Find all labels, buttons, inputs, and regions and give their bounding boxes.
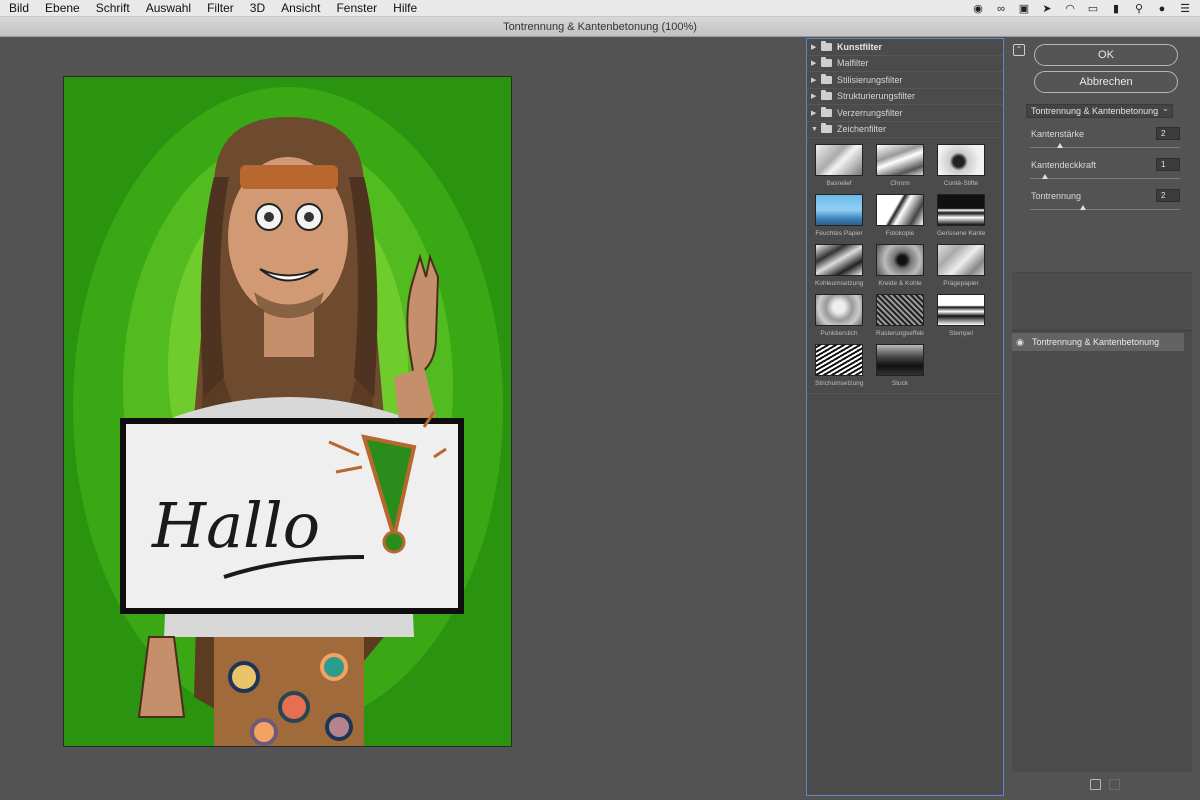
menu-schrift[interactable]: Schrift xyxy=(88,0,138,17)
category-zeichenfilter[interactable]: ▼ Zeichenfilter xyxy=(807,122,1003,138)
expand-arrow-icon[interactable]: ▶ xyxy=(811,109,821,117)
folder-icon xyxy=(821,57,832,68)
thumb-kreide-kohle[interactable]: Kreide & Kohle xyxy=(876,244,924,287)
folder-icon xyxy=(821,40,832,51)
category-strukturierungsfilter[interactable]: ▶ Strukturierungsfilter xyxy=(807,89,1003,105)
category-stilisierungsfilter[interactable]: ▶ Stilisierungsfilter xyxy=(807,72,1003,89)
record-icon[interactable]: ◉ xyxy=(971,3,985,15)
creative-cloud-icon[interactable]: ∞ xyxy=(994,3,1008,15)
panel-divider xyxy=(1012,272,1192,330)
folder-icon xyxy=(821,90,832,101)
user-icon[interactable]: ● xyxy=(1155,3,1169,15)
menu-auswahl[interactable]: Auswahl xyxy=(138,0,199,17)
slider-track[interactable] xyxy=(1030,209,1180,210)
param-tontrennung: Tontrennung 2 xyxy=(1030,189,1182,219)
filter-preview-image xyxy=(815,244,863,276)
menu-bar: Bild Ebene Schrift Auswahl Filter 3D Ans… xyxy=(0,0,1200,17)
collapse-gallery-icon[interactable]: ⌃ xyxy=(1013,44,1025,56)
thumb-rasterungseffekt[interactable]: Rasterungseffekt xyxy=(876,294,924,337)
ok-button[interactable]: OK xyxy=(1034,44,1178,66)
dialog-title: Tontrennung & Kantenbetonung (100%) xyxy=(0,17,1200,37)
filter-preview-image xyxy=(815,344,863,376)
effect-layer-list: ◉ Tontrennung & Kantenbetonung xyxy=(1012,330,1192,772)
list-icon[interactable]: ☰ xyxy=(1178,3,1192,15)
menu-hilfe[interactable]: Hilfe xyxy=(385,0,425,17)
thumb-gerissene-kanten[interactable]: Gerissene Kanten xyxy=(937,194,985,237)
slider-knob[interactable] xyxy=(1042,174,1048,179)
expand-arrow-icon[interactable]: ▶ xyxy=(811,43,821,51)
menu-ebene[interactable]: Ebene xyxy=(37,0,88,17)
menu-ansicht[interactable]: Ansicht xyxy=(273,0,328,17)
screen-icon[interactable]: ▣ xyxy=(1017,3,1031,15)
menu-3d[interactable]: 3D xyxy=(242,0,273,17)
thumb-strichumsetzung[interactable]: Strichumsetzung xyxy=(815,344,863,387)
param-kantenstaerke: Kantenstärke 2 xyxy=(1030,127,1182,157)
collapse-arrow-icon[interactable]: ▼ xyxy=(811,126,821,133)
folder-icon xyxy=(821,73,832,84)
battery-icon[interactable]: ▮ xyxy=(1109,3,1123,15)
filter-preview-image xyxy=(876,194,924,226)
slider-track[interactable] xyxy=(1030,147,1180,148)
menu-fenster[interactable]: Fenster xyxy=(328,0,385,17)
expand-arrow-icon[interactable]: ▶ xyxy=(811,59,821,67)
kantendeckkraft-input[interactable]: 1 xyxy=(1156,158,1180,171)
effect-layer-row[interactable]: ◉ Tontrennung & Kantenbetonung xyxy=(1012,333,1184,351)
cancel-button[interactable]: Abbrechen xyxy=(1034,71,1178,93)
wifi-icon[interactable]: ◠ xyxy=(1063,3,1077,15)
thumb-stempel[interactable]: Stempel xyxy=(937,294,985,337)
param-kantendeckkraft: Kantendeckkraft 1 xyxy=(1030,158,1182,188)
delete-effect-layer-icon[interactable] xyxy=(1109,779,1120,790)
category-malfilter[interactable]: ▶ Malfilter xyxy=(807,56,1003,72)
menu-bild[interactable]: Bild xyxy=(0,0,37,17)
filter-preview-image xyxy=(876,144,924,176)
folder-icon xyxy=(821,106,832,117)
category-verzerrungsfilter[interactable]: ▶ Verzerrungsfilter xyxy=(807,105,1003,122)
filter-preview-image xyxy=(937,194,985,226)
slider-knob[interactable] xyxy=(1079,205,1086,210)
preview-image: Hallo xyxy=(63,76,512,747)
layer-actions xyxy=(1090,779,1120,790)
folder-open-icon xyxy=(821,123,832,134)
thumb-chrom[interactable]: Chrom xyxy=(876,144,924,187)
filter-preview-image xyxy=(876,344,924,376)
headband xyxy=(240,165,338,189)
thumb-stuck[interactable]: Stuck xyxy=(876,344,924,387)
category-kunstfilter[interactable]: ▶ Kunstfilter xyxy=(807,39,1003,56)
thumb-basrelief[interactable]: Basrelief xyxy=(815,144,863,187)
filter-preview-image xyxy=(876,294,924,326)
eye-icon[interactable]: ◉ xyxy=(1012,337,1028,348)
sign-text: Hallo xyxy=(151,489,320,562)
preview-area[interactable]: Hallo xyxy=(0,38,806,800)
tontrennung-input[interactable]: 2 xyxy=(1156,189,1180,202)
kantenstaerke-input[interactable]: 2 xyxy=(1156,127,1180,140)
filter-gallery: ▶ Kunstfilter ▶ Malfilter ▶ Stilisierung… xyxy=(806,38,1004,796)
hippie-illustration: Hallo xyxy=(64,77,511,746)
status-icons: ◉ ∞ ▣ ➤ ◠ ▭ ▮ ⚲ ● ☰ xyxy=(971,0,1192,17)
filter-select[interactable]: Tontrennung & Kantenbetonung xyxy=(1026,102,1174,118)
filter-preview-image xyxy=(815,144,863,176)
thumb-feuchtes-papier[interactable]: Feuchtes Papier xyxy=(815,194,863,237)
filter-preview-image xyxy=(937,244,985,276)
new-effect-layer-icon[interactable] xyxy=(1090,779,1101,790)
settings-panel: ⌃ OK Abbrechen Tontrennung & Kantenbeton… xyxy=(1004,38,1200,800)
search-icon[interactable]: ⚲ xyxy=(1132,3,1146,15)
expand-arrow-icon[interactable]: ▶ xyxy=(811,92,821,100)
filter-preview-image xyxy=(937,144,985,176)
filter-preview-image xyxy=(937,294,985,326)
thumb-fotokopie[interactable]: Fotokopie xyxy=(876,194,924,237)
location-icon[interactable]: ➤ xyxy=(1040,3,1054,15)
filter-preview-image xyxy=(815,194,863,226)
airplay-icon[interactable]: ▭ xyxy=(1086,3,1100,15)
menu-filter[interactable]: Filter xyxy=(199,0,242,17)
thumb-praegepapier[interactable]: Prägepapier xyxy=(937,244,985,287)
thumb-punktierstich[interactable]: Punktierstich xyxy=(815,294,863,337)
filter-preview-image xyxy=(876,244,924,276)
thumb-kohleumsetzung[interactable]: Kohleumsetzung xyxy=(815,244,863,287)
thumb-conte-stifte[interactable]: Conté-Stifte xyxy=(937,144,985,187)
filter-preview-image xyxy=(815,294,863,326)
slider-track[interactable] xyxy=(1030,178,1180,179)
expand-arrow-icon[interactable]: ▶ xyxy=(811,76,821,84)
slider-knob[interactable] xyxy=(1057,143,1063,148)
filter-thumbnails: Basrelief Chrom Conté-Stifte Feuchtes Pa… xyxy=(807,138,1003,394)
